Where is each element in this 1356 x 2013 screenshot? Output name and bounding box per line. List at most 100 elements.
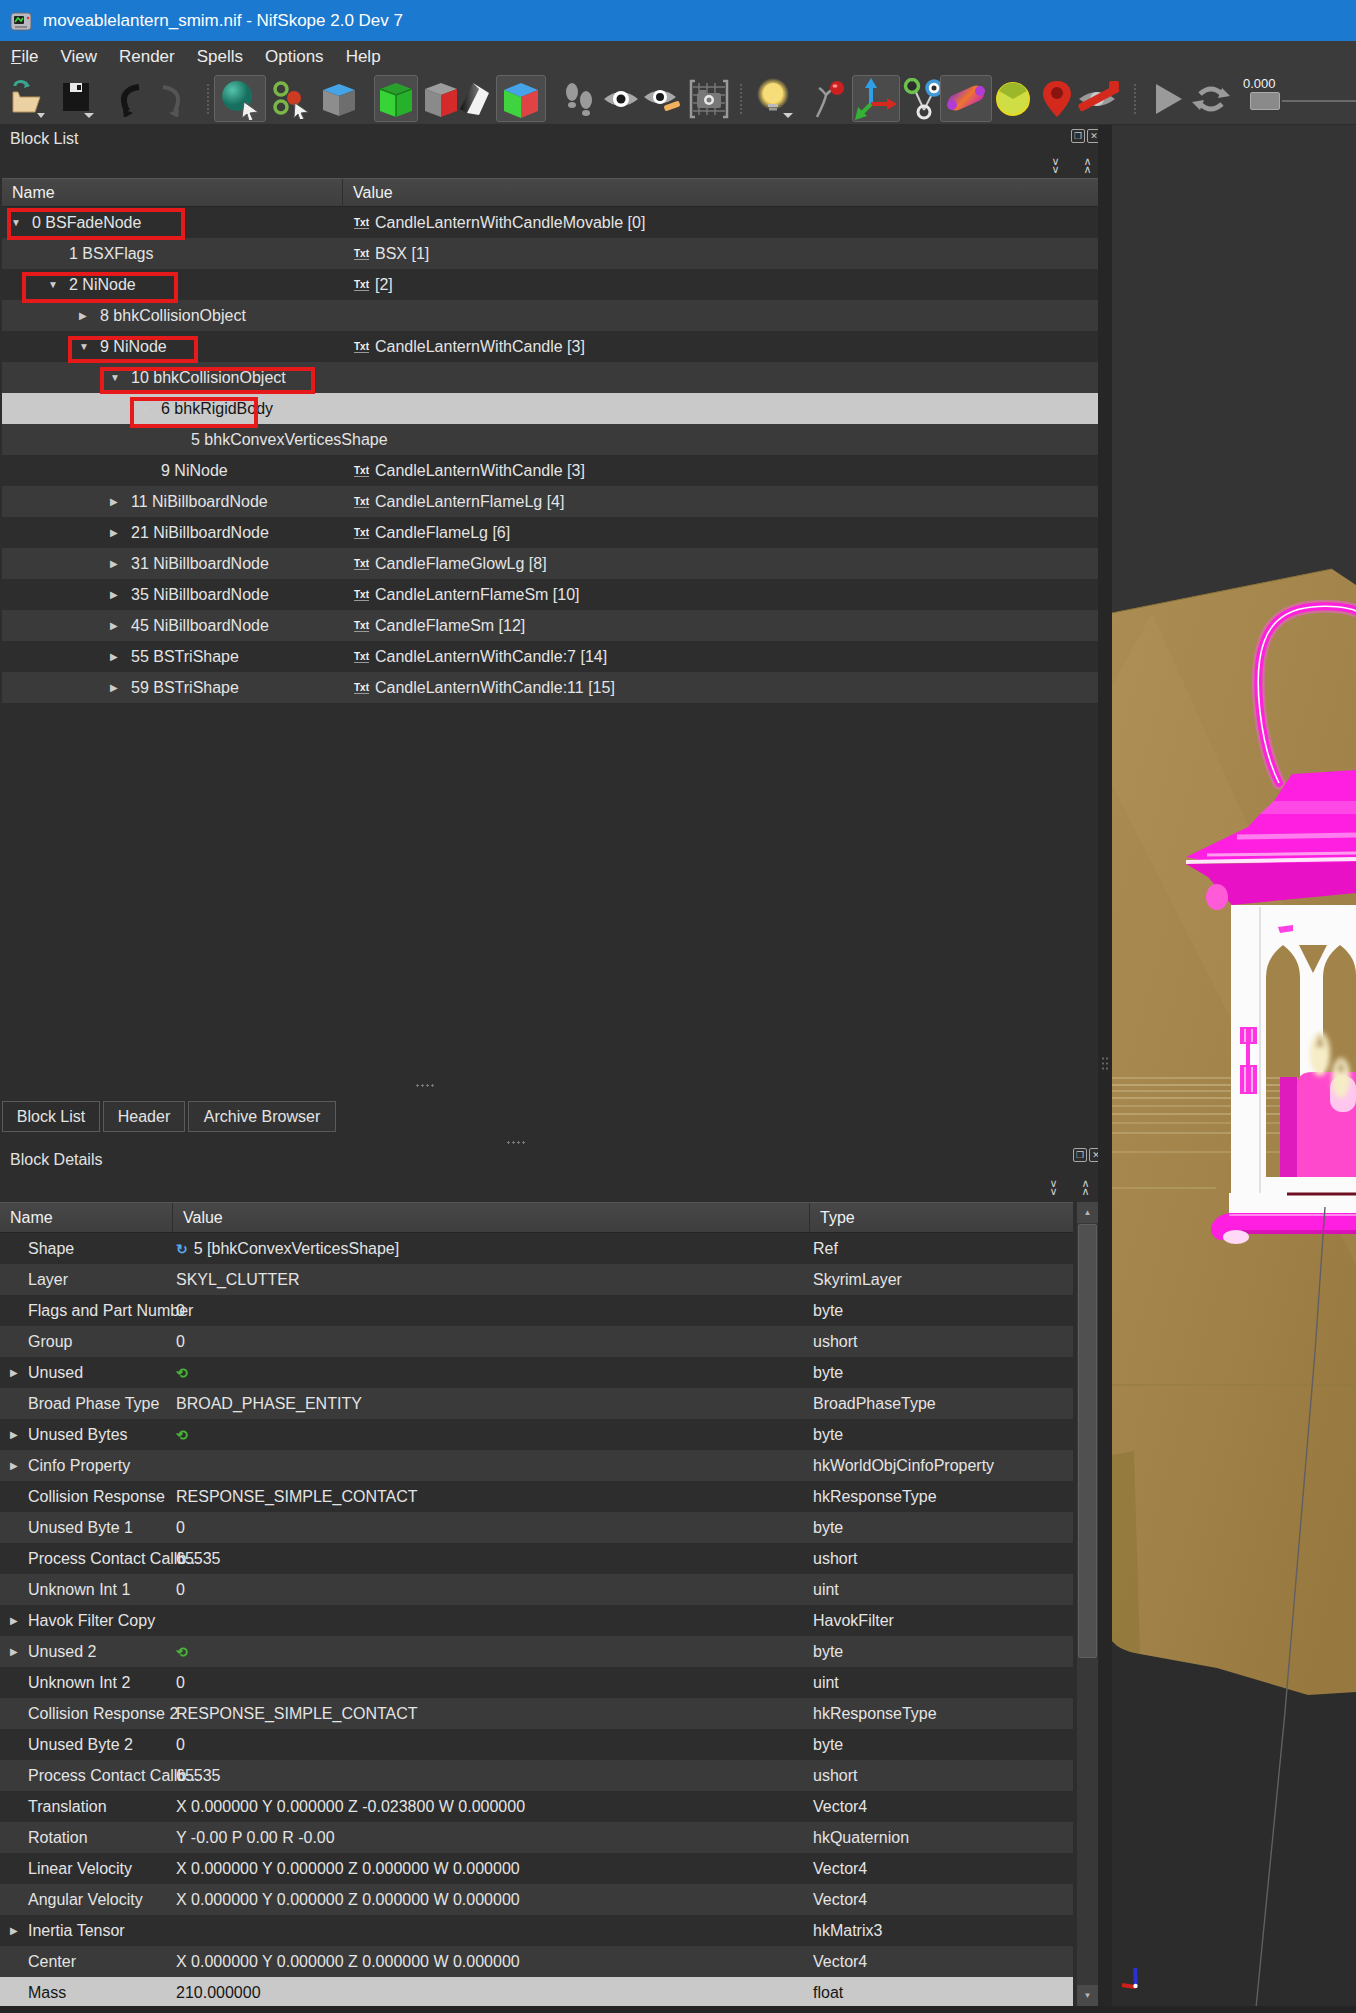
view-colored-button[interactable] (496, 75, 546, 122)
column-header-value[interactable]: Value (342, 179, 1098, 206)
collapse-arrow-icon[interactable]: ▶ (79, 300, 87, 331)
block-list-row[interactable]: 5 bhkConvexVerticesShape (2, 424, 1098, 455)
collapse-arrow-icon[interactable]: ▶ (110, 579, 118, 610)
detail-row[interactable]: Flags and Part Number0byte (0, 1295, 1073, 1326)
dock-float-icon[interactable]: ❐ (1073, 1148, 1087, 1162)
collapse-arrow-icon[interactable]: ▶ (10, 1357, 18, 1388)
collapse-arrow-icon[interactable]: ▶ (110, 641, 118, 672)
detail-row[interactable]: Shape↻5 [bhkConvexVerticesShape]Ref (0, 1233, 1073, 1264)
field-value[interactable]: ⟲ (176, 1357, 188, 1388)
block-list-row[interactable]: ▶11 NiBillboardNodeTxtCandleLanternFlame… (2, 486, 1098, 517)
expand-all-icon[interactable]: ∧∧ (1078, 157, 1096, 173)
block-list-row[interactable]: ▶8 bhkCollisionObject (2, 300, 1098, 331)
menu-render[interactable]: Render (108, 47, 186, 67)
detail-row[interactable]: Angular VelocityX 0.000000 Y 0.000000 Z … (0, 1884, 1073, 1915)
detail-row[interactable]: Unused Byte 20byte (0, 1729, 1073, 1760)
detail-row[interactable]: Collision ResponseRESPONSE_SIMPLE_CONTAC… (0, 1481, 1073, 1512)
field-value[interactable]: 65535 (176, 1760, 221, 1791)
field-value[interactable]: SKYL_CLUTTER (176, 1264, 300, 1295)
collapse-arrow-icon[interactable]: ▶ (110, 486, 118, 517)
collapse-all-icon[interactable]: ∨∨ (1046, 157, 1064, 173)
redo-button[interactable] (152, 79, 194, 119)
detail-row[interactable]: Broad Phase TypeBROAD_PHASE_ENTITYBroadP… (0, 1388, 1073, 1419)
detail-row[interactable]: Unknown Int 20uint (0, 1667, 1073, 1698)
collapse-arrow-icon[interactable]: ▶ (110, 610, 118, 641)
detail-row[interactable]: RotationY -0.00 P 0.00 R -0.00hkQuaterni… (0, 1822, 1073, 1853)
pivot-pin-button[interactable] (808, 79, 850, 119)
detail-row[interactable]: Collision Response 2RESPONSE_SIMPLE_CONT… (0, 1698, 1073, 1729)
walk-mode-icon[interactable] (558, 79, 600, 119)
detail-row[interactable]: Unknown Int 10uint (0, 1574, 1073, 1605)
collapse-all-icon[interactable]: ∨∨ (1044, 1179, 1062, 1195)
play-animation-button[interactable] (1146, 79, 1188, 119)
select-vertex-button[interactable] (268, 79, 310, 119)
field-value[interactable]: 0 (176, 1667, 185, 1698)
view-shaded-button[interactable] (454, 79, 496, 119)
column-header-name[interactable]: Name (2, 179, 342, 206)
show-nodes-button[interactable] (901, 79, 943, 119)
splitter-grip[interactable] (415, 1083, 435, 1088)
field-value[interactable]: 0 (176, 1574, 185, 1605)
tab-header[interactable]: Header (103, 1101, 185, 1132)
detail-row[interactable]: ▶Unused 2⟲byte (0, 1636, 1073, 1667)
field-value[interactable]: RESPONSE_SIMPLE_CONTACT (176, 1481, 418, 1512)
collapse-arrow-icon[interactable]: ▶ (10, 1605, 18, 1636)
view-solid-button[interactable] (316, 79, 362, 119)
detail-row[interactable]: ▶Havok Filter CopyHavokFilter (0, 1605, 1073, 1636)
show-havok-button[interactable] (940, 75, 992, 122)
column-header-name[interactable]: Name (0, 1203, 172, 1232)
detail-row[interactable]: ▶Unused⟲byte (0, 1357, 1073, 1388)
menu-view[interactable]: View (49, 47, 108, 67)
frame-slider-handle[interactable] (1250, 92, 1280, 110)
menu-options[interactable]: Options (254, 47, 335, 67)
field-value[interactable]: X 0.000000 Y 0.000000 Z 0.000000 W 0.000… (176, 1884, 520, 1915)
menu-spells[interactable]: Spells (186, 47, 254, 67)
select-object-button[interactable] (214, 75, 266, 122)
detail-row[interactable]: Unused Byte 10byte (0, 1512, 1073, 1543)
tab-archive-browser[interactable]: Archive Browser (188, 1101, 336, 1132)
collapse-arrow-icon[interactable]: ▶ (110, 548, 118, 579)
scroll-down-icon[interactable]: ▼ (1077, 1985, 1098, 2006)
field-value[interactable]: RESPONSE_SIMPLE_CONTACT (176, 1698, 418, 1729)
open-file-button[interactable] (6, 79, 48, 119)
collapse-arrow-icon[interactable]: ▶ (10, 1915, 18, 1946)
lighting-button[interactable] (753, 79, 795, 119)
field-value[interactable]: 0 (176, 1512, 185, 1543)
field-value[interactable]: ⟲ (176, 1636, 188, 1667)
view-wireframe-button[interactable] (374, 75, 418, 122)
hide-hidden-button[interactable] (1072, 79, 1122, 119)
field-value[interactable]: X 0.000000 Y 0.000000 Z 0.000000 W 0.000… (176, 1946, 520, 1977)
detail-row[interactable]: ▶Inertia TensorhkMatrix3 (0, 1915, 1073, 1946)
column-header-value[interactable]: Value (172, 1203, 809, 1232)
detail-row[interactable]: TranslationX 0.000000 Y 0.000000 Z -0.02… (0, 1791, 1073, 1822)
detail-row[interactable]: Linear VelocityX 0.000000 Y 0.000000 Z 0… (0, 1853, 1073, 1884)
field-value[interactable]: 65535 (176, 1543, 221, 1574)
collapse-arrow-icon[interactable]: ▶ (110, 517, 118, 548)
screenshot-button[interactable] (688, 79, 730, 119)
column-header-type[interactable]: Type (809, 1203, 1073, 1232)
scrollbar[interactable]: ▲ ▼ (1077, 1202, 1098, 2008)
vertical-splitter[interactable] (1098, 125, 1112, 2013)
field-value[interactable]: 0 (176, 1295, 185, 1326)
frame-slider-track[interactable] (1282, 100, 1356, 102)
field-value[interactable]: Y -0.00 P 0.00 R -0.00 (176, 1822, 335, 1853)
splitter-grip[interactable] (506, 1140, 526, 1145)
field-value[interactable]: ⟲ (176, 1419, 188, 1450)
field-value[interactable]: X 0.000000 Y 0.000000 Z 0.000000 W 0.000… (176, 1853, 520, 1884)
field-value[interactable]: 210.000000 (176, 1977, 261, 2008)
menu-help[interactable]: Help (335, 47, 392, 67)
block-list-row[interactable]: ▶59 BSTriShapeTxtCandleLanternWithCandle… (2, 672, 1098, 703)
field-value[interactable]: 0 (176, 1326, 185, 1357)
save-button[interactable] (56, 79, 98, 119)
tab-block-list[interactable]: Block List (2, 1101, 100, 1132)
viewport-3d[interactable] (1112, 125, 1356, 2013)
block-list-row[interactable]: 9 NiNodeTxtCandleLanternWithCandle [3] (2, 455, 1098, 486)
detail-row[interactable]: CenterX 0.000000 Y 0.000000 Z 0.000000 W… (0, 1946, 1073, 1977)
detail-row[interactable]: Process Contact Callb...65535ushort (0, 1543, 1073, 1574)
detail-row[interactable]: Group0ushort (0, 1326, 1073, 1357)
collapse-arrow-icon[interactable]: ▶ (10, 1419, 18, 1450)
detail-row[interactable]: Mass210.000000float (0, 1977, 1073, 2008)
collapse-arrow-icon[interactable]: ▶ (110, 672, 118, 703)
show-eye-button[interactable] (600, 79, 642, 119)
edit-eye-button[interactable] (642, 79, 684, 119)
